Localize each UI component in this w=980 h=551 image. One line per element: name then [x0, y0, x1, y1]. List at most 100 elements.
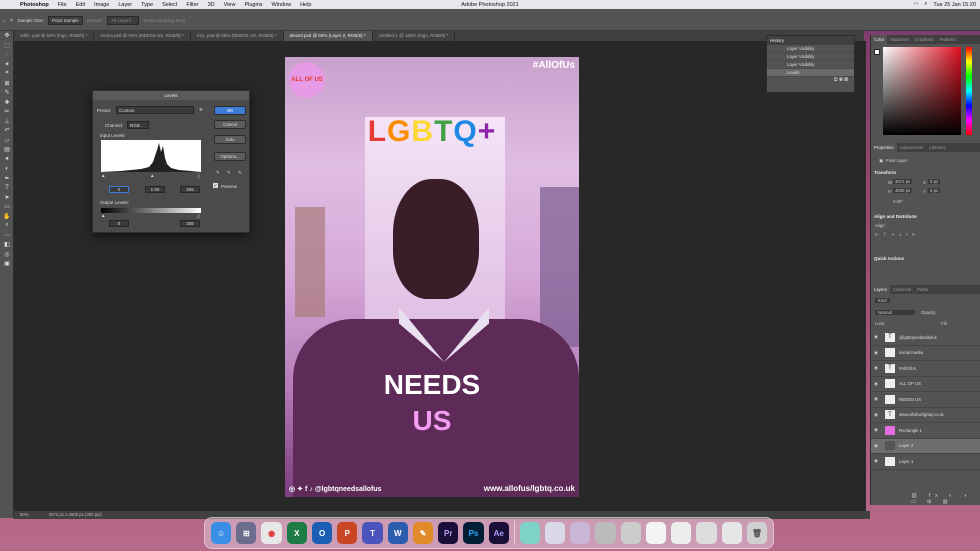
input-gamma-field[interactable]: 1.00	[145, 186, 165, 193]
tab-adjustments[interactable]: Adjustments	[897, 143, 927, 152]
quick-actions-heading[interactable]: Quick Actions	[874, 256, 904, 261]
recent-file-icon[interactable]	[721, 522, 742, 544]
trash-icon[interactable]: ▥	[844, 77, 848, 83]
hue-slider[interactable]	[966, 47, 972, 135]
gray-eyedropper-icon[interactable]: ✎	[227, 170, 231, 176]
black-eyedropper-icon[interactable]: ✎	[216, 170, 220, 176]
menu-help[interactable]: Help	[300, 2, 311, 8]
zoom-level[interactable]: 50%	[20, 511, 29, 519]
word-icon[interactable]: W	[387, 522, 408, 544]
recent-file-icon[interactable]	[696, 522, 717, 544]
cancel-button[interactable]: Cancel	[214, 120, 246, 129]
tab-emma[interactable]: emma.psd @ 50% (NEEDS US, RGB/8) *	[94, 31, 191, 41]
recent-file-icon[interactable]	[671, 522, 692, 544]
pen-tool-icon[interactable]: ✒	[0, 174, 14, 184]
align-buttons[interactable]: ⊢⊤⊣⊥⊦⊩	[875, 232, 920, 238]
healing-tool-icon[interactable]: ✚	[0, 98, 14, 108]
blur-tool-icon[interactable]: ●	[0, 155, 14, 165]
premiere-icon[interactable]: Pr	[438, 522, 459, 544]
visibility-eye-icon[interactable]: ◉	[871, 396, 881, 402]
layer-row[interactable]: ◉ NEEDS US	[871, 392, 980, 408]
marquee-tool-icon[interactable]: ⬚	[0, 41, 14, 51]
show-ring-checkbox[interactable]: Show Sampling Ring	[143, 18, 185, 23]
menu-image[interactable]: Image	[94, 2, 109, 8]
recent-file-icon[interactable]	[570, 522, 591, 544]
history-tab[interactable]: History	[767, 36, 854, 45]
visibility-eye-icon[interactable]: ◉	[871, 458, 881, 464]
wifi-icon[interactable]: ◠	[913, 2, 918, 8]
sample-select[interactable]: All Layers	[107, 16, 140, 25]
options-button[interactable]: Options...	[214, 152, 246, 161]
tab-denzel[interactable]: denzel.psd @ 50% (Layer 2, RGB/8) *	[283, 31, 373, 41]
visibility-eye-icon[interactable]: ◉	[871, 365, 881, 371]
menu-3d[interactable]: 3D	[208, 2, 215, 8]
lasso-tool-icon[interactable]: ◌	[0, 50, 14, 60]
menu-file[interactable]: File	[58, 2, 67, 8]
photoshop-icon[interactable]: Ps	[463, 522, 484, 544]
dodge-tool-icon[interactable]: ◐	[0, 164, 14, 174]
menu-type[interactable]: Type	[141, 2, 153, 8]
output-white-slider[interactable]: △	[197, 213, 200, 219]
eraser-tool-icon[interactable]: ▱	[0, 136, 14, 146]
preset-select[interactable]: Custom	[116, 106, 194, 114]
tab-edith[interactable]: edith .psd @ 50% (logo, RGB/8) *	[14, 31, 95, 41]
visibility-eye-icon[interactable]: ◉	[871, 350, 881, 356]
crop-tool-icon[interactable]: ⌗	[0, 69, 14, 79]
screen-mode-icon[interactable]: ▣	[0, 259, 14, 269]
quick-mask-icon[interactable]: ◎	[0, 250, 14, 260]
align-heading[interactable]: Align and Distribute	[874, 214, 917, 219]
color-picker-field[interactable]	[883, 47, 961, 135]
pages-icon[interactable]: ✎	[412, 522, 434, 544]
history-item[interactable]: Layer Visibility	[767, 61, 854, 69]
more-tools-icon[interactable]: ⋯	[0, 231, 14, 241]
foreground-swatch[interactable]	[874, 49, 880, 55]
white-point-slider[interactable]: △	[197, 173, 200, 179]
eyedropper-tool-icon[interactable]: ✎	[10, 18, 14, 24]
tab-color[interactable]: Color	[871, 35, 888, 44]
layer-row[interactable]: ◉ Rectangle 1	[871, 423, 980, 439]
layer-row[interactable]: ◉ ALL OF US	[871, 377, 980, 392]
tab-channels[interactable]: Channels	[890, 285, 914, 294]
frame-tool-icon[interactable]: ⊠	[0, 79, 14, 89]
output-black-field[interactable]: 0	[109, 220, 129, 227]
layer-kind-filter[interactable]: Kind	[875, 298, 890, 303]
transform-heading[interactable]: Transform	[874, 170, 896, 175]
teams-icon[interactable]: T	[362, 522, 383, 544]
recent-file-icon[interactable]	[519, 522, 540, 544]
history-item[interactable]: Layer Visibility	[767, 53, 854, 61]
brush-tool-icon[interactable]: ✏	[0, 107, 14, 117]
blend-mode-select[interactable]: Normal	[875, 310, 915, 315]
visibility-eye-icon[interactable]: ◉	[871, 443, 881, 449]
stamp-tool-icon[interactable]: ⊥	[0, 117, 14, 127]
sample-size-select[interactable]: Point Sample	[48, 16, 83, 25]
layer-row[interactable]: ◉ T #AllOfUs	[871, 361, 980, 377]
document-canvas[interactable]: ALL OF US #AllOfUs LGBTQ+ NEEDS US ◎ ✦ f…	[285, 57, 579, 497]
finder-icon[interactable]: ☺	[211, 522, 232, 544]
shape-tool-icon[interactable]: ▭	[0, 202, 14, 212]
launchpad-icon[interactable]: ⊞	[236, 522, 257, 544]
hand-tool-icon[interactable]: ✋	[0, 212, 14, 222]
y-field[interactable]: 0 px	[928, 188, 941, 193]
height-field[interactable]: 4608 px	[893, 188, 913, 193]
width-field[interactable]: 3072 px	[893, 179, 913, 184]
tab-gradients[interactable]: Gradients	[912, 35, 937, 44]
layer-row[interactable]: ◉ Twww.allofus/lgbtq.co.uk	[871, 408, 980, 423]
layer-row[interactable]: ◉ T @lgbtqneedsallofus	[871, 330, 980, 346]
preset-gear-icon[interactable]: ✲	[199, 107, 203, 113]
menu-filter[interactable]: Filter	[186, 2, 198, 8]
visibility-eye-icon[interactable]: ◉	[871, 427, 881, 433]
x-field[interactable]: 0 px	[928, 179, 941, 184]
menu-plugins[interactable]: Plugins	[244, 2, 262, 8]
type-tool-icon[interactable]: T	[0, 183, 14, 193]
layer-row[interactable]: ◉ social media	[871, 346, 980, 361]
auto-button[interactable]: Auto	[214, 135, 246, 144]
excel-icon[interactable]: X	[286, 522, 307, 544]
channel-select[interactable]: RGB	[127, 121, 149, 129]
recent-file-icon[interactable]	[544, 522, 566, 544]
recent-file-icon[interactable]	[620, 522, 641, 544]
menu-view[interactable]: View	[224, 2, 236, 8]
eyedropper-icon[interactable]: ✎	[0, 88, 14, 98]
history-item[interactable]: Layer Visibility	[767, 45, 854, 53]
menu-select[interactable]: Select	[162, 2, 177, 8]
menu-edit[interactable]: Edit	[76, 2, 85, 8]
